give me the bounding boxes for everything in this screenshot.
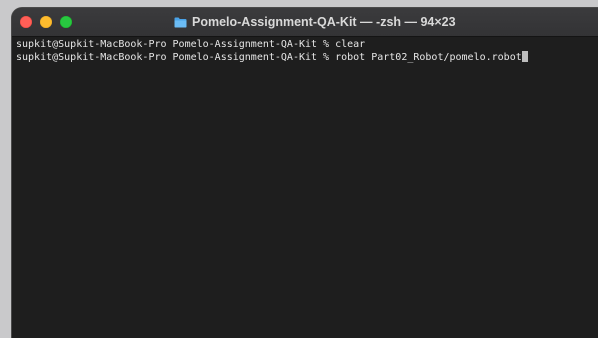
shell-command: robot Part02_Robot/pomelo.robot: [335, 52, 522, 63]
title-bar[interactable]: Pomelo-Assignment-QA-Kit — -zsh — 94×23: [12, 8, 598, 37]
text-cursor: [521, 51, 528, 62]
window-title-text: Pomelo-Assignment-QA-Kit — -zsh — 94×23: [192, 15, 456, 29]
shell-command: clear: [335, 39, 366, 50]
close-button[interactable]: [20, 16, 32, 28]
shell-prompt: supkit@Supkit-MacBook-Pro Pomelo-Assignm…: [16, 39, 336, 50]
terminal-window: Pomelo-Assignment-QA-Kit — -zsh — 94×23 …: [12, 8, 598, 338]
zoom-button[interactable]: [60, 16, 72, 28]
minimize-button[interactable]: [40, 16, 52, 28]
terminal-line: supkit@Supkit-MacBook-Pro Pomelo-Assignm…: [16, 38, 598, 51]
terminal-output[interactable]: supkit@Supkit-MacBook-Pro Pomelo-Assignm…: [12, 37, 598, 338]
window-title: Pomelo-Assignment-QA-Kit — -zsh — 94×23: [174, 14, 456, 30]
terminal-line: supkit@Supkit-MacBook-Pro Pomelo-Assignm…: [16, 51, 598, 64]
shell-prompt: supkit@Supkit-MacBook-Pro Pomelo-Assignm…: [16, 52, 336, 63]
folder-icon: [174, 17, 187, 27]
